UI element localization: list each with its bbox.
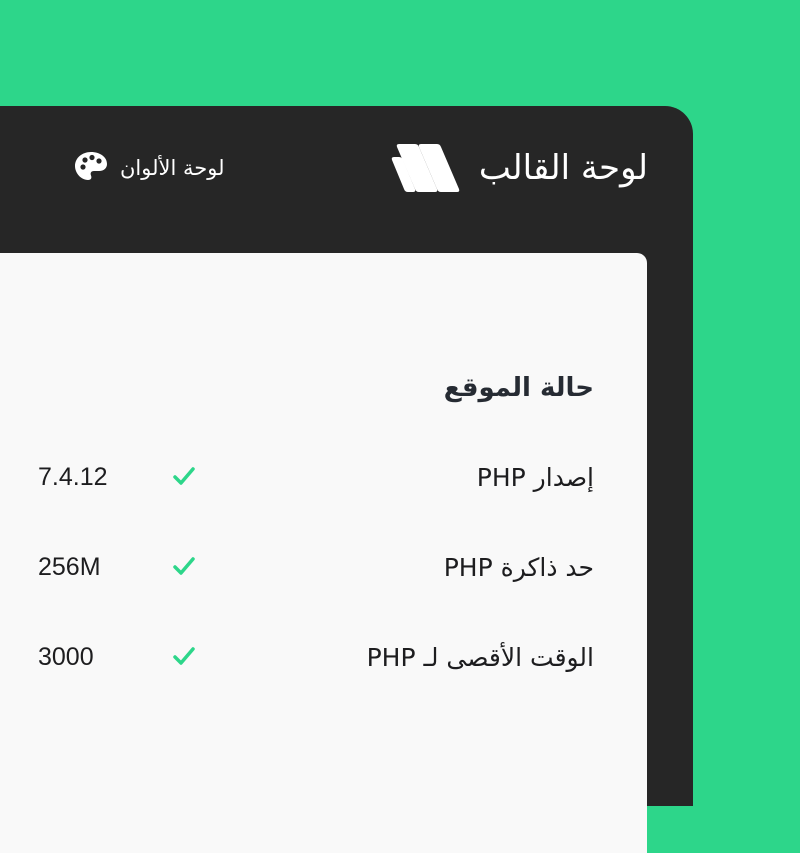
check-icon <box>172 645 196 671</box>
top-bar: لوحة القالب لوحة الألوان <box>0 106 693 253</box>
brand: لوحة القالب <box>391 144 648 192</box>
status-row-value: 7.4.12 <box>38 463 108 491</box>
status-row: حد ذاكرة PHP 256M <box>0 553 647 593</box>
status-row: الوقت الأقصى لـ PHP 3000 <box>0 643 647 683</box>
status-row-label: إصدار PHP <box>476 463 594 492</box>
status-row-label: الوقت الأقصى لـ PHP <box>366 643 594 672</box>
status-row: إصدار PHP 7.4.12 <box>0 463 647 503</box>
site-status-title: حالة الموقع <box>443 373 594 403</box>
status-row-value: 3000 <box>38 643 94 671</box>
check-icon <box>172 555 196 581</box>
color-palette-label: لوحة الألوان <box>120 156 225 180</box>
status-row-label: حد ذاكرة PHP <box>443 553 594 582</box>
check-icon <box>172 465 196 491</box>
brand-logo-icon <box>391 144 465 192</box>
status-row-value: 256M <box>38 553 101 581</box>
dashboard-panel: لوحة القالب لوحة الألوان حالة الموقع إصد… <box>0 106 693 853</box>
palette-icon <box>74 151 108 185</box>
color-palette-link[interactable]: لوحة الألوان <box>74 151 224 185</box>
app-title: لوحة القالب <box>478 148 648 188</box>
content-card: حالة الموقع إصدار PHP 7.4.12 حد ذاكرة PH… <box>0 253 647 853</box>
